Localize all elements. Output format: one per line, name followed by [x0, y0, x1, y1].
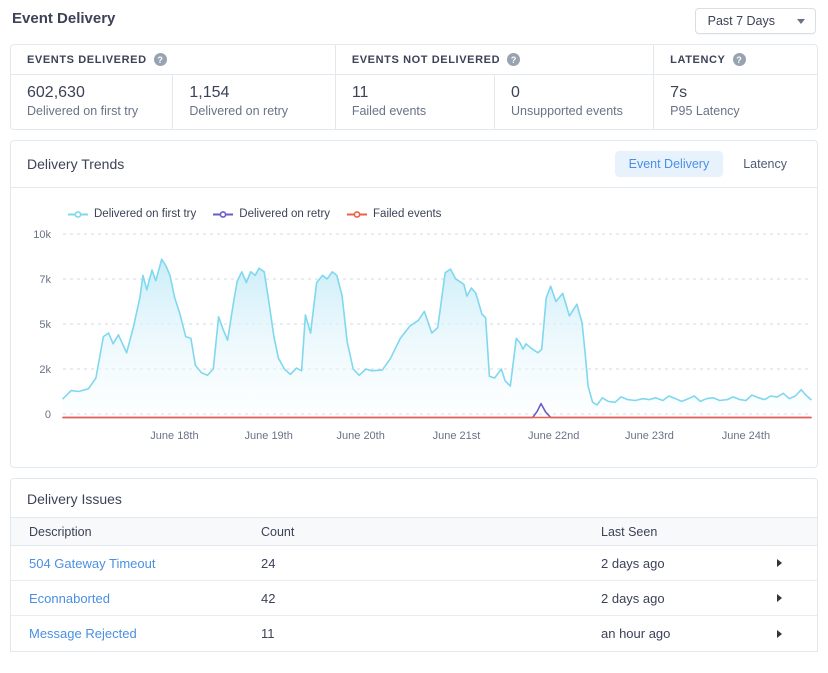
- stat-delivered-first-try: 602,630 Delivered on first try: [11, 75, 173, 129]
- stat-failed-events: 11 Failed events: [336, 75, 495, 129]
- time-range-select[interactable]: Past 7 Days: [695, 8, 816, 34]
- issue-last-seen: 2 days ago: [601, 556, 777, 571]
- legend-marker-icon: [212, 210, 234, 219]
- legend-label: Delivered on first try: [94, 208, 196, 220]
- stat-group-label: LATENCY: [670, 54, 725, 66]
- issue-row[interactable]: Econnaborted422 days ago: [11, 581, 817, 616]
- chevron-right-icon[interactable]: [777, 594, 782, 602]
- help-icon[interactable]: ?: [154, 53, 167, 66]
- stats-card: EVENTS DELIVERED ? 602,630 Delivered on …: [10, 44, 818, 130]
- stat-group-header: LATENCY ?: [654, 45, 817, 75]
- tab-event-delivery[interactable]: Event Delivery: [615, 151, 724, 177]
- stat-group-events-delivered: EVENTS DELIVERED ? 602,630 Delivered on …: [11, 45, 336, 129]
- event-delivery-page: Event Delivery Past 7 Days EVENTS DELIVE…: [0, 0, 828, 652]
- legend-label: Failed events: [373, 208, 441, 220]
- legend-item: Failed events: [346, 208, 441, 220]
- stat-value: 11: [352, 84, 478, 102]
- issue-description-link[interactable]: Message Rejected: [29, 626, 261, 641]
- issue-last-seen: 2 days ago: [601, 591, 777, 606]
- issue-count: 11: [261, 626, 601, 641]
- page-title: Event Delivery: [12, 8, 115, 27]
- chart-area: 10k 7k 5k 2k 0 June 18th June 19th June 20th Jun…: [11, 224, 817, 467]
- stat-label: Delivered on retry: [189, 104, 318, 118]
- stat-group-header: EVENTS NOT DELIVERED ?: [336, 45, 653, 75]
- stat-value: 1,154: [189, 84, 318, 102]
- stat-group-label: EVENTS DELIVERED: [27, 54, 147, 66]
- stat-unsupported-events: 0 Unsupported events: [495, 75, 653, 129]
- stat-p95-latency: 7s P95 Latency: [654, 75, 817, 129]
- issues-table: Description Count Last Seen 504 Gateway …: [11, 517, 817, 651]
- stat-body: 11 Failed events 0 Unsupported events: [336, 75, 653, 129]
- svg-text:7k: 7k: [39, 274, 51, 286]
- stat-group-latency: LATENCY ? 7s P95 Latency: [654, 45, 817, 129]
- stat-value: 0: [511, 84, 637, 102]
- issue-description-link[interactable]: Econnaborted: [29, 591, 261, 606]
- stat-group-header: EVENTS DELIVERED ?: [11, 45, 335, 75]
- issue-last-seen: an hour ago: [601, 626, 777, 641]
- delivery-trends-chart: 10k 7k 5k 2k 0 June 18th June 19th June 20th Jun…: [11, 226, 819, 448]
- svg-text:June 22nd: June 22nd: [528, 430, 579, 442]
- tab-latency[interactable]: Latency: [729, 151, 801, 177]
- stat-body: 7s P95 Latency: [654, 75, 817, 129]
- legend-marker-icon: [67, 210, 89, 219]
- svg-text:June 23rd: June 23rd: [625, 430, 674, 442]
- svg-text:June 24th: June 24th: [722, 430, 770, 442]
- help-icon[interactable]: ?: [507, 53, 520, 66]
- chart-legend: Delivered on first try Delivered on retry…: [67, 208, 817, 220]
- stat-value: 602,630: [27, 84, 156, 102]
- svg-text:0: 0: [45, 409, 51, 421]
- stat-label: Failed events: [352, 104, 478, 118]
- stat-label: Delivered on first try: [27, 104, 156, 118]
- stat-group-label: EVENTS NOT DELIVERED: [352, 54, 500, 66]
- trends-title: Delivery Trends: [27, 156, 124, 172]
- svg-text:5k: 5k: [39, 319, 51, 331]
- stat-body: 602,630 Delivered on first try 1,154 Del…: [11, 75, 335, 129]
- chevron-down-icon: [797, 19, 805, 24]
- issue-row[interactable]: Message Rejected11an hour ago: [11, 616, 817, 651]
- issue-count: 24: [261, 556, 601, 571]
- issues-table-header: Description Count Last Seen: [11, 517, 817, 546]
- stat-label: P95 Latency: [670, 104, 801, 118]
- legend-item: Delivered on retry: [212, 208, 330, 220]
- legend-item: Delivered on first try: [67, 208, 196, 220]
- trends-header: Delivery Trends Event Delivery Latency: [11, 141, 817, 188]
- stat-delivered-retry: 1,154 Delivered on retry: [173, 75, 334, 129]
- svg-text:June 18th: June 18th: [150, 430, 198, 442]
- stat-group-events-not-delivered: EVENTS NOT DELIVERED ? 11 Failed events …: [336, 45, 654, 129]
- delivery-trends-card: Delivery Trends Event Delivery Latency D…: [10, 140, 818, 468]
- issue-count: 42: [261, 591, 601, 606]
- svg-text:June 20th: June 20th: [337, 430, 385, 442]
- delivery-issues-card: Delivery Issues Description Count Last S…: [10, 478, 818, 652]
- svg-text:10k: 10k: [33, 229, 51, 241]
- chevron-right-icon[interactable]: [777, 630, 782, 638]
- svg-text:2k: 2k: [39, 364, 51, 376]
- column-count: Count: [261, 525, 601, 539]
- issue-description-link[interactable]: 504 Gateway Timeout: [29, 556, 261, 571]
- time-range-value: Past 7 Days: [708, 14, 775, 28]
- help-icon[interactable]: ?: [733, 53, 746, 66]
- trends-tabs: Event Delivery Latency: [615, 151, 801, 177]
- chevron-right-icon[interactable]: [777, 559, 782, 567]
- legend-label: Delivered on retry: [239, 208, 330, 220]
- svg-text:June 19th: June 19th: [245, 430, 293, 442]
- stat-label: Unsupported events: [511, 104, 637, 118]
- column-description: Description: [29, 525, 261, 539]
- column-last-seen: Last Seen: [601, 525, 777, 539]
- issues-title: Delivery Issues: [11, 479, 817, 517]
- legend-marker-icon: [346, 210, 368, 219]
- issues-table-body: 504 Gateway Timeout242 days agoEconnabor…: [11, 546, 817, 651]
- topbar: Event Delivery Past 7 Days: [10, 6, 818, 44]
- svg-text:June 21st: June 21st: [433, 430, 481, 442]
- stat-value: 7s: [670, 84, 801, 102]
- issue-row[interactable]: 504 Gateway Timeout242 days ago: [11, 546, 817, 581]
